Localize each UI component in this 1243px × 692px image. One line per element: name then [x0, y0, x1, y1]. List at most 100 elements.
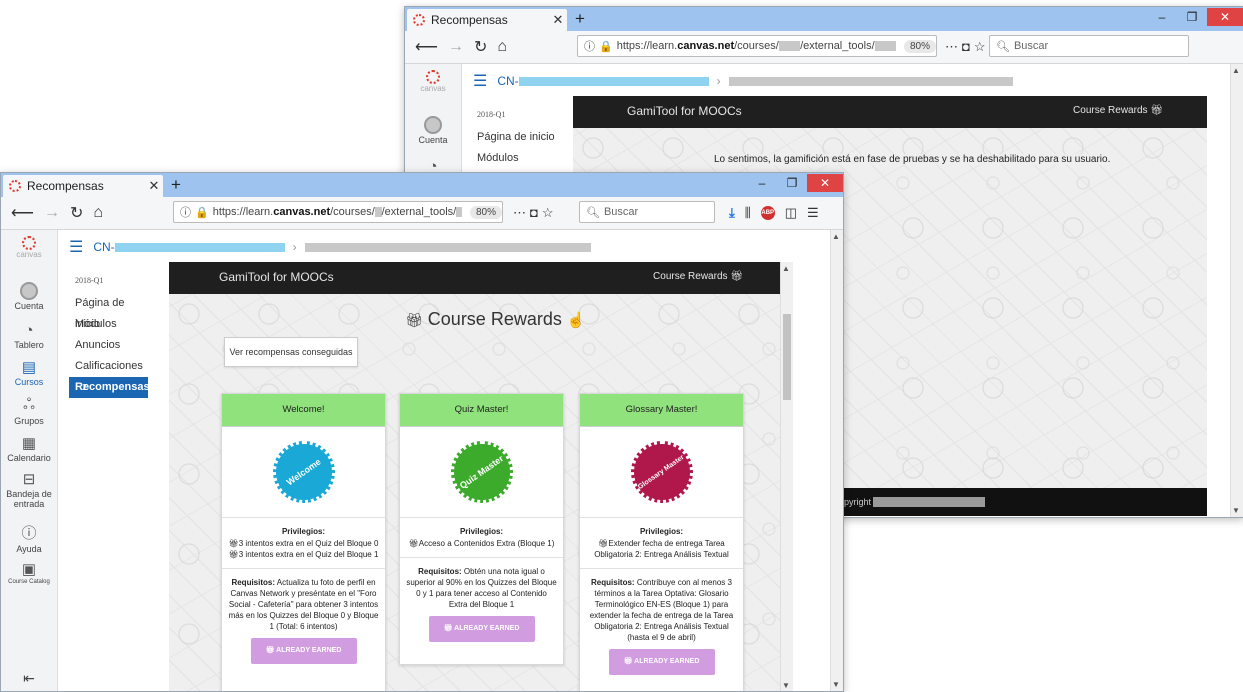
nav-account[interactable]: Cuenta: [405, 116, 461, 145]
page-scrollbar[interactable]: ▲ ▼: [1230, 64, 1243, 517]
nav-course-catalog[interactable]: ▣ Course Catalog: [1, 560, 57, 585]
minimize-icon[interactable]: –: [1147, 10, 1177, 24]
redacted-id: [778, 41, 801, 51]
course-nav-modules[interactable]: Módulos: [69, 314, 148, 335]
reload-icon[interactable]: ↻: [70, 203, 83, 223]
search-icon: 🔍︎: [586, 206, 600, 219]
canvas-logo[interactable]: canvas: [1, 236, 57, 259]
course-nav-modules[interactable]: Módulos: [471, 148, 571, 169]
home-icon[interactable]: ⌂: [93, 204, 103, 222]
avatar-icon: [20, 282, 38, 300]
already-earned-button[interactable]: 🎁︎ ALREADY EARNED: [250, 638, 357, 664]
course-nav-home[interactable]: Página de inicio: [471, 127, 571, 148]
term-label: 2018-Q1: [477, 110, 506, 119]
maximize-icon[interactable]: ❐: [1177, 10, 1207, 24]
back-icon[interactable]: ⟵: [415, 37, 438, 57]
already-earned-button[interactable]: 🎁︎ ALREADY EARNED: [428, 616, 535, 642]
nav-bar: ⟵ → ↻ ⌂ ⓘ 🔒 https://learn. canvas.net/cou…: [1, 197, 843, 230]
badge-text: Quiz Master: [457, 453, 506, 491]
iframe-scrollbar[interactable]: ▲ ▼: [780, 262, 793, 691]
nav-calendar[interactable]: ▦ Calendario: [1, 434, 57, 463]
maximize-icon[interactable]: ❐: [777, 176, 807, 190]
bookmark-star-icon[interactable]: ☆: [974, 39, 990, 54]
pocket-icon[interactable]: ◘: [530, 205, 542, 220]
scroll-down-icon[interactable]: ▼: [1232, 506, 1240, 515]
browser-window-front: Recompensas ✕ + – ❐ ✕ ⟵ → ↻ ⌂ ⓘ 🔒 https:…: [0, 172, 844, 692]
requirements-text: Contribuye con al menos 3 términos a la …: [589, 578, 734, 642]
calendar-icon: ▦: [21, 435, 37, 452]
forward-icon[interactable]: →: [44, 204, 60, 222]
nav-inbox[interactable]: ⊟ Bandeja de entrada: [1, 470, 57, 509]
scroll-up-icon[interactable]: ▲: [832, 232, 840, 241]
nav-account[interactable]: Cuenta: [1, 282, 57, 311]
scroll-down-icon[interactable]: ▼: [782, 681, 790, 690]
url-bar[interactable]: ⓘ 🔒 https://learn. canvas.net/courses/ /ex…: [577, 35, 937, 57]
nav-label: Cursos: [14, 377, 44, 387]
course-nav-grades[interactable]: Calificaciones2: [69, 356, 148, 394]
earned-label: ALREADY EARNED: [276, 647, 342, 654]
course-rewards-link[interactable]: Course Rewards 🎁︎: [1073, 105, 1163, 116]
menu-dots-icon[interactable]: ⋯: [513, 205, 530, 220]
breadcrumb-course[interactable]: CN-: [93, 240, 114, 254]
page-scrollbar[interactable]: ▲ ▼: [830, 230, 843, 691]
zoom-level[interactable]: 80%: [469, 205, 502, 219]
zoom-level[interactable]: 80%: [903, 39, 936, 53]
nav-dashboard[interactable]: ◔ Tablero: [1, 322, 57, 350]
already-earned-button[interactable]: 🎁︎ ALREADY EARNED: [608, 649, 715, 675]
sidebar-icon[interactable]: ◫: [785, 205, 797, 221]
course-nav-announcements[interactable]: Anuncios: [69, 335, 148, 356]
gift-icon: 🎁︎: [598, 539, 609, 548]
hamburger-icon[interactable]: ☰: [69, 237, 83, 257]
url-bar[interactable]: ⓘ 🔒 https://learn. canvas.net/courses/ /ex…: [173, 201, 503, 223]
bookmark-star-icon[interactable]: ☆: [542, 205, 558, 220]
home-icon[interactable]: ⌂: [497, 38, 507, 56]
pocket-icon[interactable]: ◘: [962, 39, 974, 54]
nav-courses[interactable]: ▤ Cursos: [1, 358, 57, 387]
collapse-nav-button[interactable]: ⇤: [1, 670, 57, 687]
gamitool-brand[interactable]: GamiTool for MOOCs: [219, 270, 334, 284]
new-tab-button[interactable]: +: [575, 9, 585, 29]
card-requirements: Requisitos: Obtén una nota igual o super…: [400, 558, 563, 650]
nav-groups[interactable]: ஃ Grupos: [1, 396, 57, 426]
search-input[interactable]: 🔍︎ Buscar: [989, 35, 1189, 57]
hamburger-icon[interactable]: ☰: [473, 71, 487, 91]
course-nav-home[interactable]: Página de inicio: [69, 293, 148, 330]
gamitool-brand[interactable]: GamiTool for MOOCs: [627, 104, 742, 118]
menu-dots-icon[interactable]: ⋯: [945, 39, 962, 54]
tab-close-icon[interactable]: ✕: [145, 178, 163, 194]
browser-tab[interactable]: Recompensas ✕: [3, 175, 163, 197]
nav-help[interactable]: ⓘ Ayuda: [1, 522, 57, 554]
reload-icon[interactable]: ↻: [474, 37, 487, 57]
new-tab-button[interactable]: +: [171, 175, 181, 195]
adblock-icon[interactable]: ABP: [760, 206, 775, 220]
breadcrumb-course[interactable]: CN-: [497, 74, 518, 88]
window-close-icon[interactable]: ✕: [807, 174, 843, 192]
search-input[interactable]: 🔍︎ Buscar: [579, 201, 715, 223]
course-nav: 2018-Q1 Página de inicio Módulos: [471, 110, 571, 169]
tab-close-icon[interactable]: ✕: [549, 12, 567, 28]
back-icon[interactable]: ⟵: [11, 203, 34, 223]
title-bar: Recompensas ✕ + – ❐ ✕: [1, 173, 843, 197]
minimize-icon[interactable]: –: [747, 176, 777, 190]
privilege-item: 🎁︎Extender fecha de entrega Tarea Obliga…: [586, 538, 737, 560]
course-rewards-link[interactable]: Course Rewards 🎁︎: [653, 271, 743, 282]
scroll-thumb[interactable]: [783, 314, 791, 400]
info-icon[interactable]: ⓘ: [584, 38, 595, 54]
view-earned-rewards-button[interactable]: Ver recompensas conseguidas: [224, 337, 358, 367]
hamburger-icon[interactable]: ☰: [807, 205, 819, 221]
earned-label: ALREADY EARNED: [454, 625, 520, 632]
scroll-up-icon[interactable]: ▲: [782, 264, 790, 273]
gamitool-header: GamiTool for MOOCs Course Rewards 🎁︎: [169, 262, 793, 294]
info-icon[interactable]: ⓘ: [180, 204, 191, 220]
scroll-down-icon[interactable]: ▼: [832, 680, 840, 689]
canvas-logo[interactable]: canvas: [405, 70, 461, 93]
forward-icon[interactable]: →: [448, 38, 464, 56]
library-icon[interactable]: ⫼: [745, 205, 751, 221]
inbox-icon: ⊟: [22, 471, 36, 488]
window-close-icon[interactable]: ✕: [1207, 8, 1243, 26]
browser-tab[interactable]: Recompensas ✕: [407, 9, 567, 31]
download-icon[interactable]: ⤓: [729, 205, 735, 221]
course-nav-rewards[interactable]: Recompensas: [69, 377, 150, 398]
avatar-icon: [424, 116, 442, 134]
scroll-up-icon[interactable]: ▲: [1232, 66, 1240, 75]
